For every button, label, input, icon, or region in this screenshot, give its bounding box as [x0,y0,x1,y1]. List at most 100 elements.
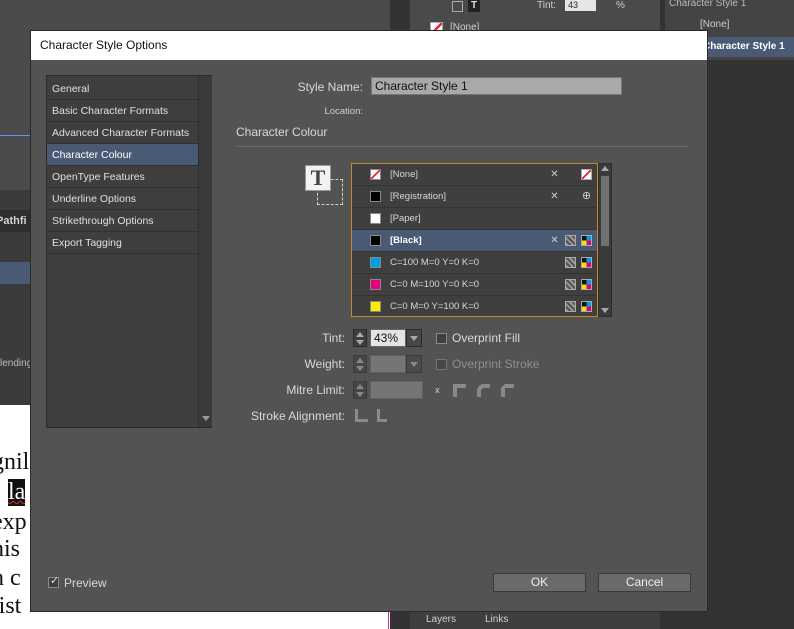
scrollbar-thumb[interactable] [601,176,609,246]
swatch-name: [Paper] [390,213,421,224]
links-tab[interactable]: Links [485,614,508,625]
preview-label: Preview [64,576,107,590]
ok-button[interactable]: OK [493,573,586,592]
doc-text-line: exp [0,509,27,535]
swatch-row-paper[interactable]: [Paper] [352,208,597,230]
styles-none-item[interactable]: [None] [700,19,729,30]
scroll-down-arrow-icon[interactable] [202,416,210,421]
blending-label: lending [0,358,30,369]
swatch-list: [None] ✕ [Registration] ✕ ⊕ [Paper] [Bla… [351,163,598,317]
category-scrollbar[interactable] [198,76,212,427]
chevron-down-icon [410,336,418,341]
doc-text-line: nis [0,536,21,562]
overprint-stroke-label: Overprint Stroke [452,357,540,371]
category-strikethrough-options[interactable]: Strikethrough Options [47,210,198,232]
swatch-chip [370,191,381,202]
tint-stepper[interactable] [353,329,367,347]
percent-label: % [616,0,625,11]
process-colour-icon [565,279,576,290]
dialog-title[interactable]: Character Style Options [31,31,707,60]
category-list: General Basic Character Formats Advanced… [46,75,212,428]
section-divider [236,146,688,147]
round-join-icon [477,384,490,397]
process-colour-icon [565,301,576,312]
text-fill-icon[interactable]: T [305,165,331,191]
style-name-input[interactable] [371,77,622,95]
fill-stroke-selector[interactable]: T [305,165,343,205]
category-opentype-features[interactable]: OpenType Features [47,166,198,188]
swatch-name: C=0 M=0 Y=100 K=0 [390,301,480,312]
doc-text-line: gnil [0,449,30,475]
swatch-chip [370,257,381,268]
stepper-down-icon [356,366,364,371]
fill-box-icon[interactable] [452,1,463,12]
swatch-row-none[interactable]: [None] ✕ [352,164,597,186]
align-inside-stroke-icon[interactable] [377,409,387,422]
layers-tab[interactable]: Layers [426,614,456,625]
swatch-name: [None] [390,169,418,180]
swatch-row-magenta[interactable]: C=0 M=100 Y=0 K=0 [352,274,597,296]
cmyk-icon [581,301,592,312]
category-general[interactable]: General [47,78,198,100]
category-underline-options[interactable]: Underline Options [47,188,198,210]
stepper-up-icon [356,384,364,389]
swatch-row-cyan[interactable]: C=100 M=0 Y=0 K=0 [352,252,597,274]
scroll-down-arrow-icon[interactable] [601,308,609,313]
preview-checkbox[interactable]: ✓ [48,575,59,588]
mitre-x-label: x [435,385,440,396]
style-name-label: Style Name: [297,80,363,94]
styles-selected-label: Character Style 1 [703,41,785,52]
tint-field[interactable]: 43 [565,0,596,11]
location-label: Location: [324,106,363,117]
swatch-row-registration[interactable]: [Registration] ✕ ⊕ [352,186,597,208]
category-basic-character-formats[interactable]: Basic Character Formats [47,100,198,122]
overprint-fill-checkbox[interactable] [436,333,447,344]
weight-input [370,355,406,373]
stepper-down-icon [356,392,364,397]
chevron-down-icon [410,362,418,367]
category-character-colour[interactable]: Character Colour [47,144,198,166]
non-editable-icon: ✕ [550,191,559,202]
pathfinder-tab[interactable]: Pathfi [0,210,30,232]
swatch-row-yellow[interactable]: C=0 M=0 Y=100 K=0 [352,296,597,316]
process-colour-icon [565,257,576,268]
pathfinder-tab-label: Pathfi [0,215,27,227]
bevel-join-icon [501,384,514,397]
section-heading: Character Colour [236,125,328,139]
none-swatch-icon [581,169,592,180]
swatch-name: [Registration] [390,191,446,202]
swatch-scrollbar[interactable] [598,163,612,317]
weight-label: Weight: [304,357,345,371]
stepper-up-icon[interactable] [356,332,364,337]
cancel-button[interactable]: Cancel [598,573,691,592]
non-editable-icon: ✕ [550,169,559,180]
styles-selected-item[interactable]: Character Style 1 [695,37,794,57]
styles-header: Character Style 1 [669,0,747,9]
align-center-stroke-icon[interactable] [355,409,368,422]
doc-text-line: list [0,593,22,619]
doc-text-line: n c [0,565,21,591]
swatch-name: C=0 M=100 Y=0 K=0 [390,279,480,290]
tint-dropdown-button[interactable] [406,329,422,347]
swatch-chip [370,213,381,224]
process-colour-icon [565,235,576,246]
cmyk-icon [581,235,592,246]
tint-label: Tint: [322,331,345,345]
swatch-row-black[interactable]: [Black] ✕ [352,230,597,252]
doc-text-line: la [8,479,26,506]
weight-dropdown-button [406,355,422,373]
category-advanced-character-formats[interactable]: Advanced Character Formats [47,122,198,144]
layers-panel-tabs: Layers Links [410,610,660,629]
swatch-name: [Black] [390,235,422,246]
character-style-options-dialog: Character Style Options General Basic Ch… [30,30,708,612]
mitre-limit-input [370,381,423,399]
category-export-tagging[interactable]: Export Tagging [47,232,198,254]
tint-label: Tint: [537,0,557,11]
scroll-up-arrow-icon[interactable] [601,166,609,171]
mitre-limit-label: Mitre Limit: [286,383,345,397]
text-icon[interactable]: T [468,0,480,12]
stepper-down-icon[interactable] [356,340,364,345]
tint-input[interactable]: 43% [370,329,406,347]
mitre-stepper [353,381,367,399]
overprint-stroke-checkbox [436,359,447,370]
